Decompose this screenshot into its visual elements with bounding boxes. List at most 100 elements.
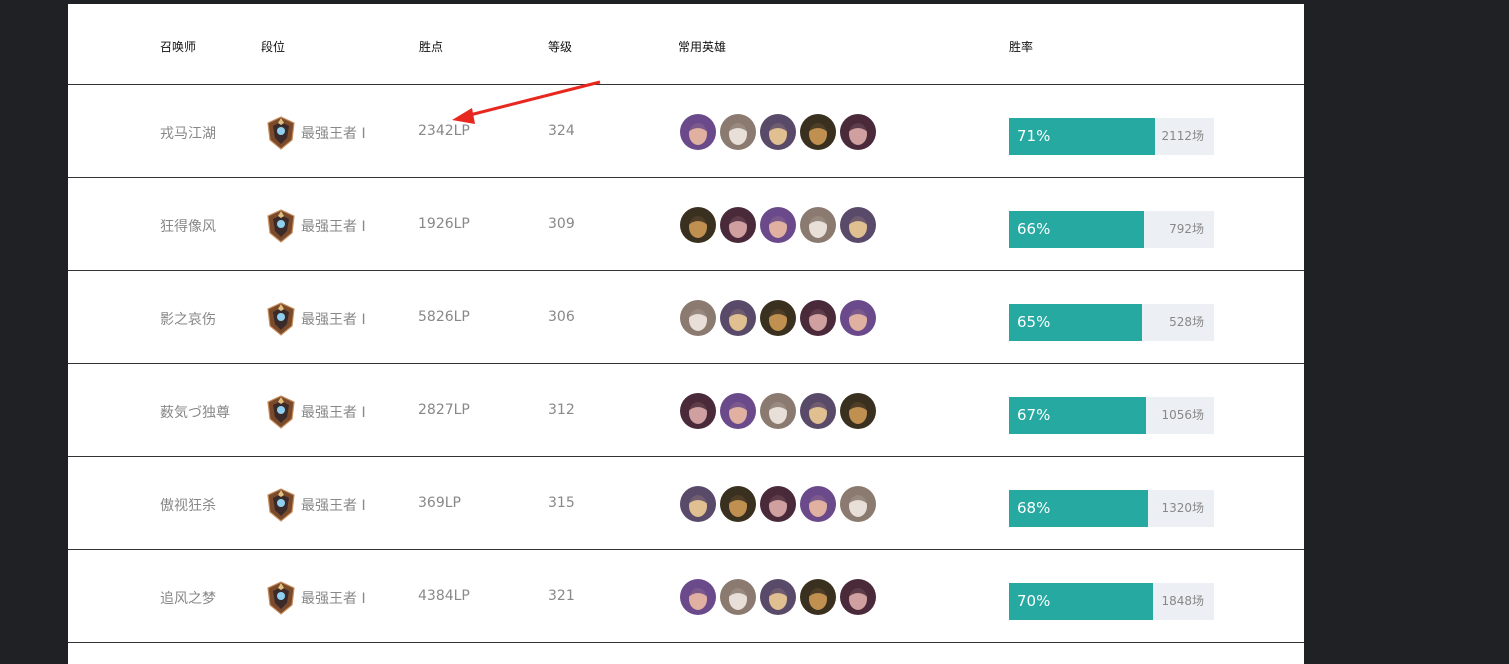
winrate-bar: 67% 1056场 (1009, 397, 1214, 434)
champion-portrait-icon[interactable] (720, 393, 756, 429)
champion-portrait-icon[interactable] (680, 393, 716, 429)
tier-cell: 最强王者 I (265, 302, 366, 336)
champion-list (680, 114, 880, 150)
champion-portrait-icon[interactable] (840, 300, 876, 336)
lp-value: 369LP (418, 495, 461, 511)
games-count: 1056场 (1161, 408, 1204, 422)
tier-label: 最强王者 I (301, 405, 366, 421)
header-summoner: 召唤师 (160, 40, 197, 54)
winrate-bar: 70% 1848场 (1009, 583, 1214, 620)
challenger-emblem-icon (265, 302, 297, 336)
champion-portrait-icon[interactable] (800, 114, 836, 150)
challenger-emblem-icon (265, 116, 297, 150)
tier-cell: 最强王者 I (265, 488, 366, 522)
level-value: 306 (548, 309, 575, 325)
champion-portrait-icon[interactable] (720, 207, 756, 243)
summoner-name[interactable]: 影之哀伤 (160, 309, 216, 329)
table-row[interactable]: 薮気づ独尊 最强王者 I 2827LP 312 67% 1056场 (68, 364, 1304, 457)
games-count: 792场 (1169, 222, 1204, 236)
champion-portrait-icon[interactable] (720, 579, 756, 615)
header-tier: 段位 (261, 40, 286, 54)
level-value: 312 (548, 402, 575, 418)
champion-portrait-icon[interactable] (680, 579, 716, 615)
annotation-arrow-icon (452, 80, 601, 124)
champion-portrait-icon[interactable] (680, 486, 716, 522)
winrate-bar: 66% 792场 (1009, 211, 1214, 248)
level-value: 321 (548, 588, 575, 604)
champion-portrait-icon[interactable] (720, 300, 756, 336)
champion-portrait-icon[interactable] (840, 114, 876, 150)
champion-list (680, 579, 880, 615)
header-lp: 胜点 (419, 40, 444, 54)
challenger-emblem-icon (265, 581, 297, 615)
champion-portrait-icon[interactable] (760, 579, 796, 615)
champion-portrait-icon[interactable] (840, 207, 876, 243)
summoner-name[interactable]: 戎马江湖 (160, 123, 216, 143)
champion-portrait-icon[interactable] (800, 207, 836, 243)
champion-portrait-icon[interactable] (760, 114, 796, 150)
tier-label: 最强王者 I (301, 591, 366, 607)
champion-portrait-icon[interactable] (840, 486, 876, 522)
summoner-name[interactable]: 傲视狂杀 (160, 495, 216, 515)
winrate-fill: 65% (1009, 304, 1142, 341)
champion-portrait-icon[interactable] (760, 300, 796, 336)
ranking-panel: 召唤师 段位 胜点 等级 常用英雄 胜率 戎马江湖 最强王者 I 2342LP 324… (68, 4, 1304, 664)
table-row[interactable]: 追风之梦 最强王者 I 4384LP 321 70% 1848场 (68, 550, 1304, 643)
games-count: 1320场 (1161, 501, 1204, 515)
champion-portrait-icon[interactable] (760, 393, 796, 429)
challenger-emblem-icon (265, 395, 297, 429)
winrate-fill: 71% (1009, 118, 1155, 155)
table-header: 召唤师 段位 胜点 等级 常用英雄 胜率 (68, 4, 1304, 85)
tier-label: 最强王者 I (301, 126, 366, 142)
summoner-name[interactable]: 薮気づ独尊 (160, 402, 230, 422)
games-count: 1848场 (1161, 594, 1204, 608)
header-level: 等级 (548, 40, 573, 54)
champion-portrait-icon[interactable] (800, 300, 836, 336)
winrate-fill: 68% (1009, 490, 1148, 527)
winrate-fill: 70% (1009, 583, 1153, 620)
header-champions: 常用英雄 (678, 40, 727, 54)
winrate-bar: 68% 1320场 (1009, 490, 1214, 527)
table-row[interactable]: 影之哀伤 最强王者 I 5826LP 306 65% 528场 (68, 271, 1304, 364)
winrate-bar: 71% 2112场 (1009, 118, 1214, 155)
winrate-fill: 66% (1009, 211, 1144, 248)
champion-portrait-icon[interactable] (720, 114, 756, 150)
champion-portrait-icon[interactable] (680, 207, 716, 243)
table-row[interactable]: 傲视狂杀 最强王者 I 369LP 315 68% 1320场 (68, 457, 1304, 550)
level-value: 309 (548, 216, 575, 232)
tier-cell: 最强王者 I (265, 116, 366, 150)
champion-portrait-icon[interactable] (800, 579, 836, 615)
challenger-emblem-icon (265, 488, 297, 522)
champion-portrait-icon[interactable] (760, 207, 796, 243)
tier-cell: 最强王者 I (265, 395, 366, 429)
table-row[interactable]: 戎马江湖 最强王者 I 2342LP 324 71% 2112场 (68, 85, 1304, 178)
champion-portrait-icon[interactable] (800, 393, 836, 429)
champion-list (680, 300, 880, 336)
champion-portrait-icon[interactable] (840, 393, 876, 429)
champion-portrait-icon[interactable] (680, 114, 716, 150)
tier-cell: 最强王者 I (265, 581, 366, 615)
winrate-bar: 65% 528场 (1009, 304, 1214, 341)
tier-label: 最强王者 I (301, 312, 366, 328)
lp-value: 1926LP (418, 216, 470, 232)
challenger-emblem-icon (265, 209, 297, 243)
champion-portrait-icon[interactable] (840, 579, 876, 615)
champion-portrait-icon[interactable] (760, 486, 796, 522)
table-row[interactable]: 狂得像风 最强王者 I 1926LP 309 66% 792场 (68, 178, 1304, 271)
tier-cell: 最强王者 I (265, 209, 366, 243)
lp-value: 5826LP (418, 309, 470, 325)
winrate-fill: 67% (1009, 397, 1146, 434)
champion-portrait-icon[interactable] (680, 300, 716, 336)
tier-label: 最强王者 I (301, 219, 366, 235)
lp-value: 4384LP (418, 588, 470, 604)
champion-portrait-icon[interactable] (720, 486, 756, 522)
summoner-name[interactable]: 狂得像风 (160, 216, 216, 236)
champion-list (680, 207, 880, 243)
level-value: 315 (548, 495, 575, 511)
champion-list (680, 393, 880, 429)
games-count: 2112场 (1161, 129, 1204, 143)
champion-portrait-icon[interactable] (800, 486, 836, 522)
champion-list (680, 486, 880, 522)
summoner-name[interactable]: 追风之梦 (160, 588, 216, 608)
lp-value: 2827LP (418, 402, 470, 418)
